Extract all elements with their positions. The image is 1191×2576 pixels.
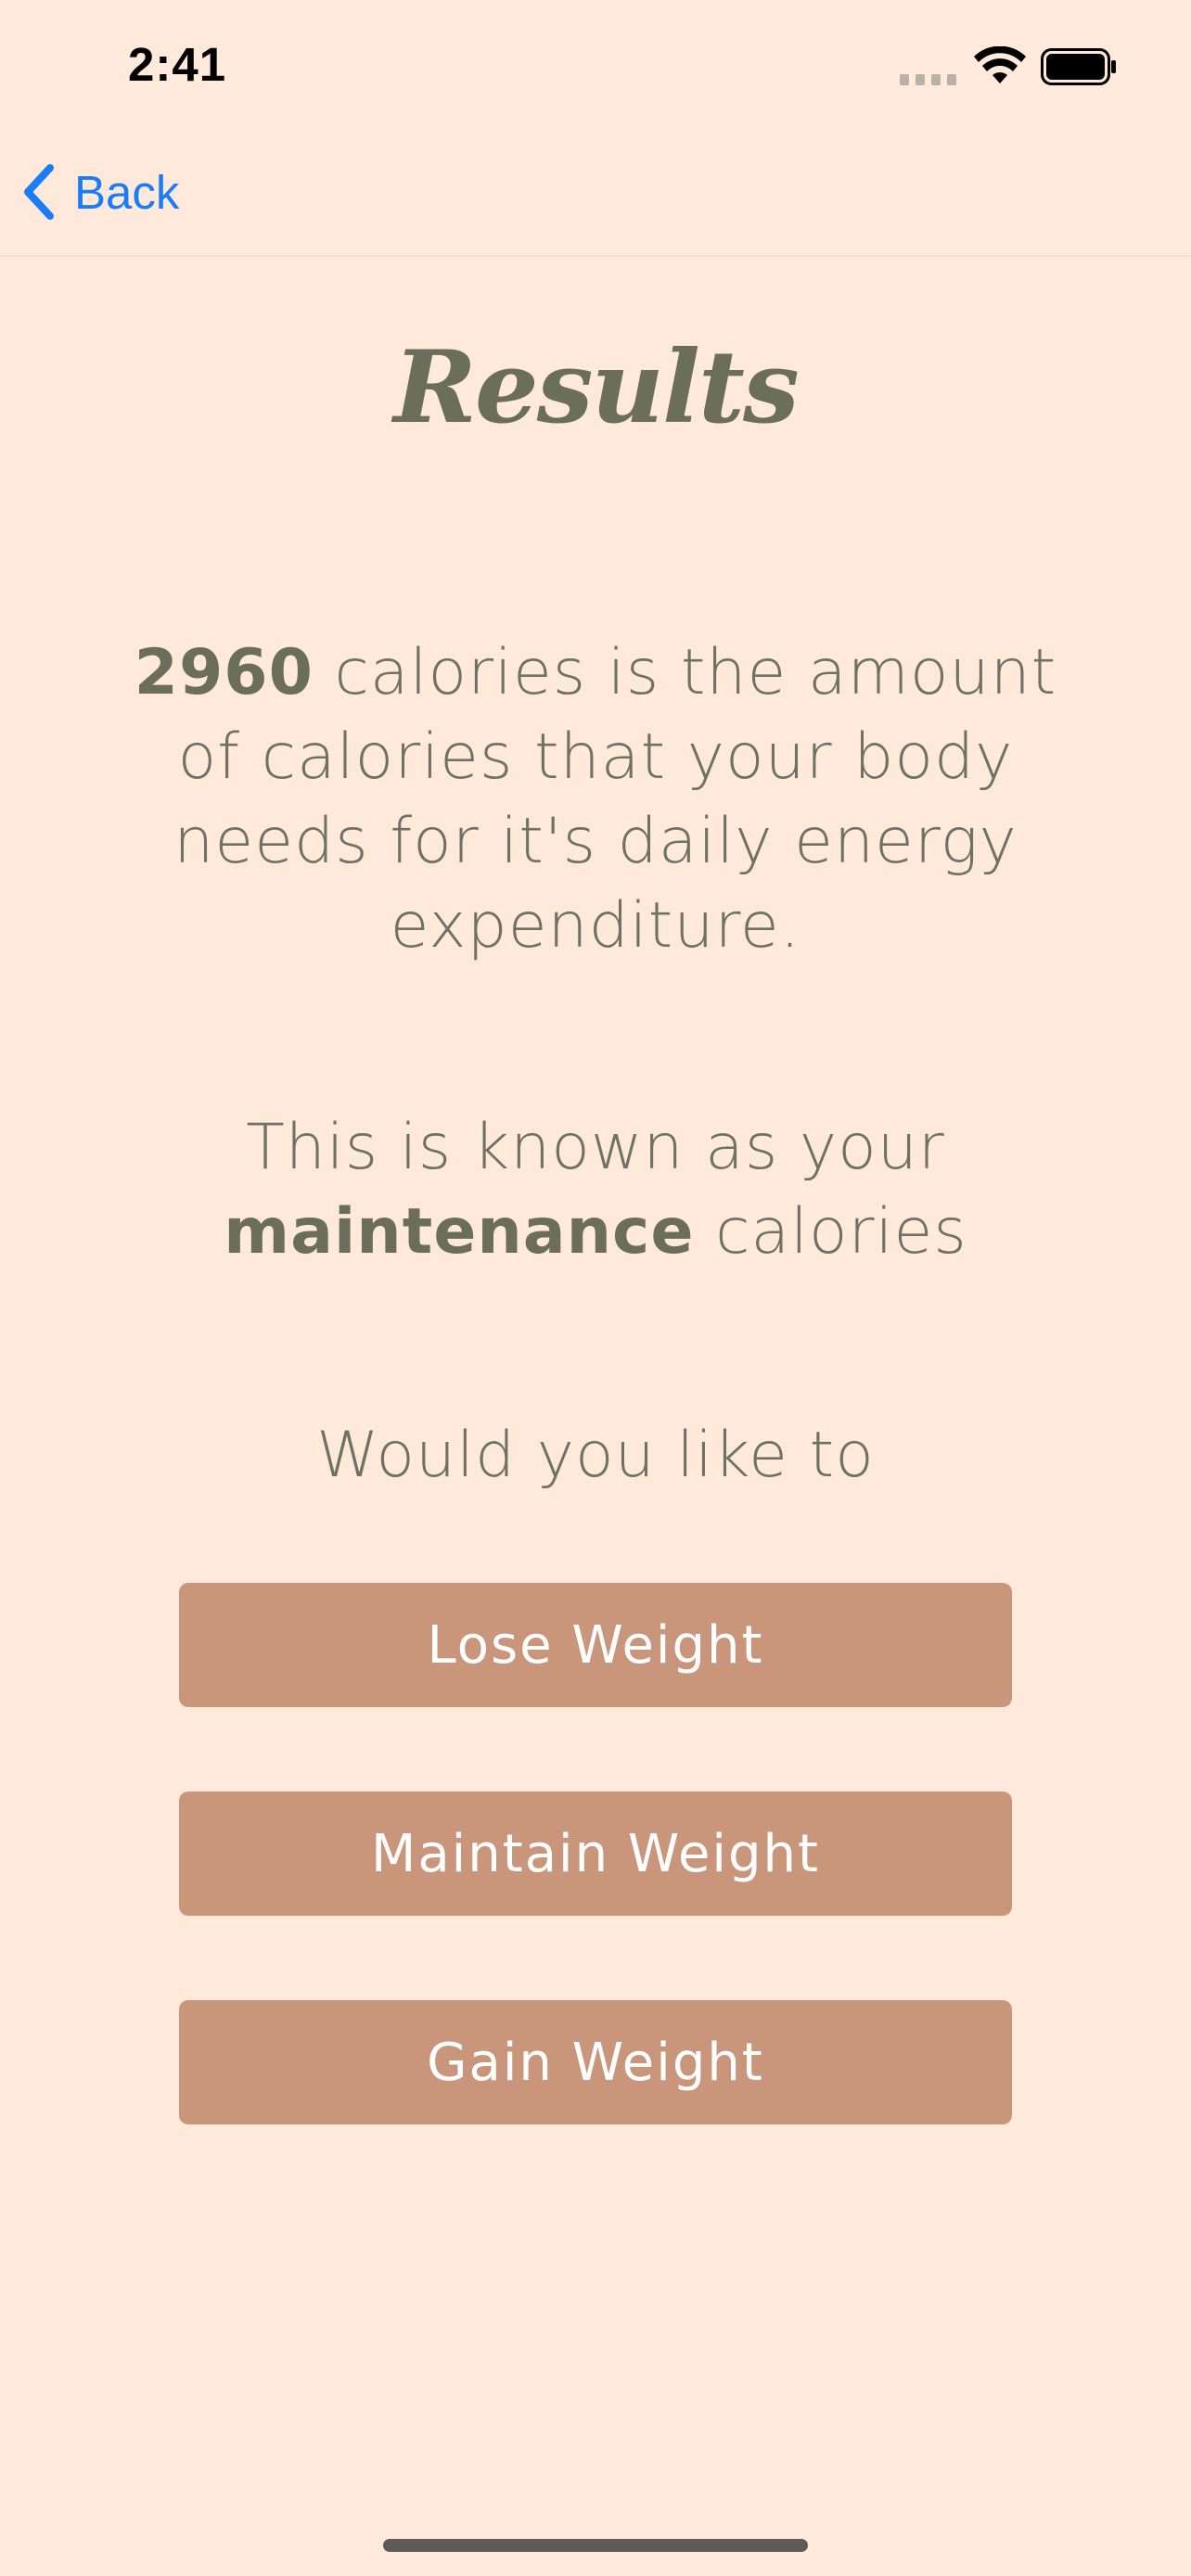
maintenance-bold: maintenance [224, 1195, 695, 1269]
known-as-prefix: This is known as your [246, 1111, 945, 1184]
wifi-icon [974, 46, 1026, 83]
chevron-left-icon [24, 164, 54, 220]
maintenance-calories-text: 2960 calories is the amount of calories … [93, 631, 1098, 968]
home-indicator [383, 2539, 808, 2552]
maintenance-label-text: This is known as your maintenance calori… [93, 1105, 1098, 1274]
page-title: Results [393, 329, 800, 446]
choice-prompt: Would you like to [316, 1419, 875, 1492]
status-bar: 2:41 [0, 0, 1191, 139]
lose-weight-button[interactable]: Lose Weight [179, 1583, 1012, 1707]
known-as-suffix: calories [694, 1195, 967, 1269]
gain-weight-button[interactable]: Gain Weight [179, 2000, 1012, 2124]
status-time: 2:41 [128, 38, 227, 91]
battery-icon [1041, 48, 1116, 85]
back-label: Back [74, 165, 180, 219]
maintain-weight-button[interactable]: Maintain Weight [179, 1792, 1012, 1916]
cellular-signal-icon [900, 74, 957, 85]
navigation-bar: Back [0, 139, 1191, 257]
back-button[interactable]: Back [20, 159, 179, 224]
calories-value: 2960 [134, 636, 314, 709]
